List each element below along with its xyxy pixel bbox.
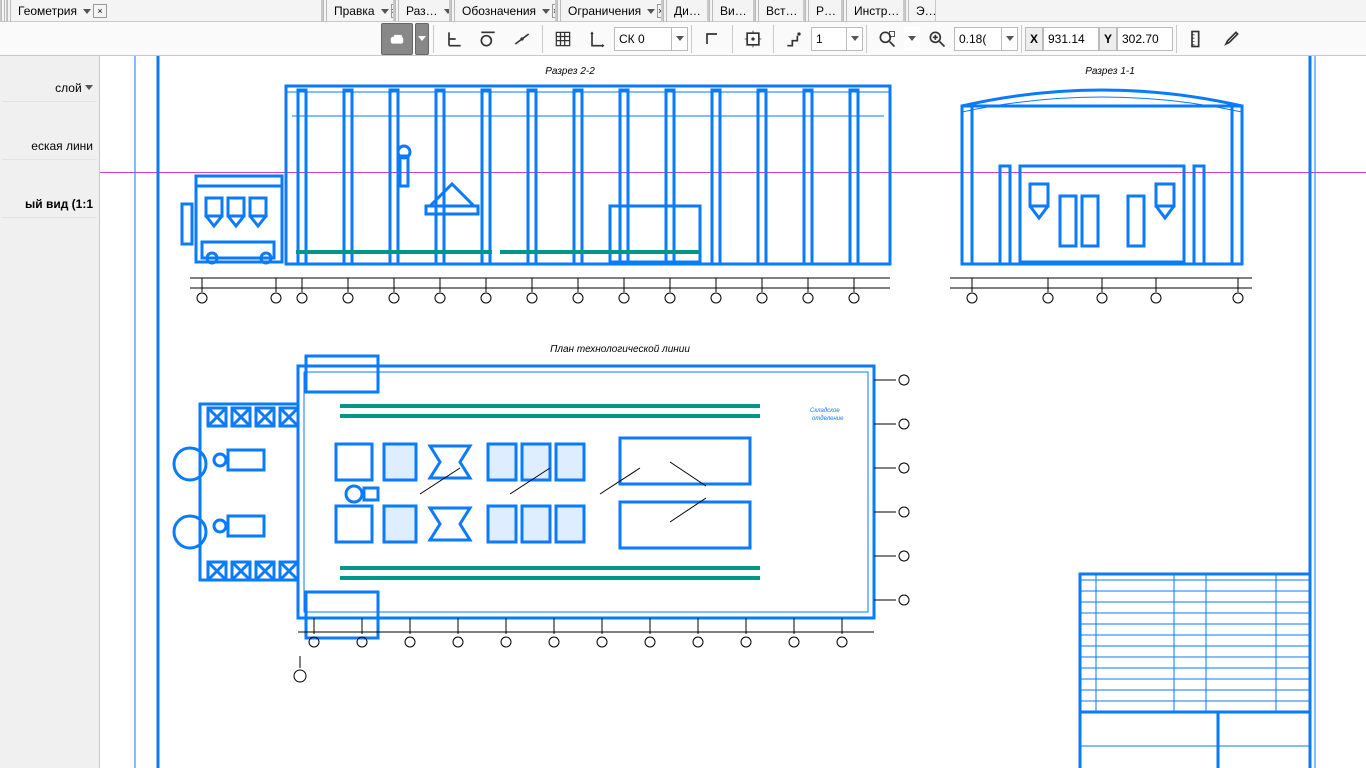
step-select[interactable] xyxy=(811,27,863,51)
linetype-row[interactable]: еская лини xyxy=(2,132,97,160)
coord-x-input[interactable] xyxy=(1043,27,1099,51)
zoom-input[interactable] xyxy=(954,27,1002,51)
menubar: Геометрия × Правка × Раз… × Обозначения … xyxy=(0,0,1366,22)
zoom-dropdown[interactable] xyxy=(1002,27,1018,51)
view-row[interactable]: ый вид (1:1 xyxy=(2,190,97,218)
toolbar: X Y xyxy=(0,22,1366,56)
coord-y-input[interactable] xyxy=(1117,27,1173,51)
menu-6[interactable]: Ви… × xyxy=(714,0,754,22)
coord-system-input[interactable] xyxy=(614,27,672,51)
step-input[interactable] xyxy=(811,27,847,51)
svg-text:Складское: Складское xyxy=(810,408,840,414)
menu-10[interactable]: Э… × xyxy=(910,0,936,22)
menu-8[interactable]: Р… × xyxy=(810,0,842,22)
plan-title: План технологической линии xyxy=(550,344,690,355)
section-2-2-title: Разрез 2-2 xyxy=(545,66,595,77)
menu-3[interactable]: Обозначения × xyxy=(456,0,556,22)
drawing-svg: Разрез 2-2 Разрез 1-1 План технологическ… xyxy=(100,56,1366,768)
menu-label: Ограничения xyxy=(568,4,641,18)
menu-1[interactable]: Правка × xyxy=(328,0,394,22)
coord-y-label: Y xyxy=(1099,27,1117,51)
svg-text:отделение: отделение xyxy=(812,416,844,422)
menu-label: Вст… xyxy=(766,4,798,18)
zoom-window-tool[interactable] xyxy=(871,23,903,55)
drawing-canvas[interactable]: Разрез 2-2 Разрез 1-1 План технологическ… xyxy=(100,56,1366,768)
menu-label: Инстр… xyxy=(854,4,899,18)
menu-2[interactable]: Раз… × xyxy=(400,0,450,22)
coord-system-select[interactable] xyxy=(614,27,688,51)
coord-x-label: X xyxy=(1025,27,1043,51)
menu-label: Обозначения xyxy=(462,4,536,18)
eraser-tool[interactable] xyxy=(381,23,413,55)
menu-label: Ди… xyxy=(674,4,701,18)
menu-label: Р… xyxy=(816,4,836,18)
zoom-scale-icon[interactable] xyxy=(921,23,953,55)
menu-9[interactable]: Инстр… × xyxy=(848,0,904,22)
zoom-window-dropdown[interactable] xyxy=(904,27,920,51)
eraser-tool-dropdown[interactable] xyxy=(415,23,429,55)
perpendicular-tool[interactable] xyxy=(438,23,470,55)
close-icon[interactable]: × xyxy=(93,4,107,18)
menu-label: Э… xyxy=(916,4,936,18)
menu-label: Ви… xyxy=(720,4,747,18)
menu-4[interactable]: Ограничения × xyxy=(562,0,662,22)
ortho-toggle[interactable] xyxy=(696,23,728,55)
menu-label: Правка xyxy=(334,4,375,18)
left-panel: слой еская лини ый вид (1:1 xyxy=(0,56,100,768)
measure-tool[interactable] xyxy=(1181,23,1213,55)
grid-toggle[interactable] xyxy=(547,23,579,55)
menu-0[interactable]: Геометрия × xyxy=(12,0,322,22)
axes-toggle[interactable] xyxy=(581,23,613,55)
menu-5[interactable]: Ди… × xyxy=(668,0,708,22)
snap-toggle[interactable] xyxy=(737,23,769,55)
dimension-step-icon[interactable] xyxy=(778,23,810,55)
menu-7[interactable]: Вст… × xyxy=(760,0,804,22)
layer-row[interactable]: слой xyxy=(2,74,97,102)
midpoint-tool[interactable] xyxy=(506,23,538,55)
tangent-tool[interactable] xyxy=(472,23,504,55)
menu-label: Раз… xyxy=(406,4,438,18)
eyedropper-tool[interactable] xyxy=(1215,23,1247,55)
menu-label: Геометрия xyxy=(18,4,77,18)
section-1-1-title: Разрез 1-1 xyxy=(1085,66,1135,77)
